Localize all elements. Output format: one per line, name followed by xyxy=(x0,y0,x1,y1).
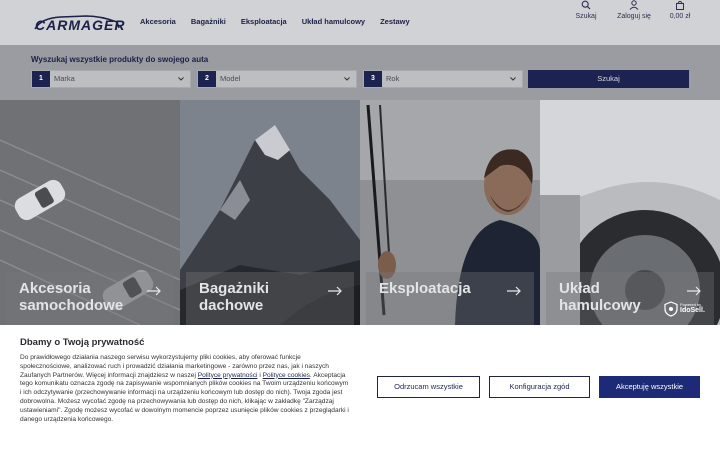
select-year[interactable]: 3 Rok xyxy=(363,70,523,88)
chevron-down-icon xyxy=(344,77,350,81)
cookie-title: Dbamy o Twoją prywatność xyxy=(20,337,145,348)
arrow-right-icon xyxy=(507,286,521,296)
tile-title: Układ hamulcowy xyxy=(559,280,641,314)
cookie-consent-banner: Dbamy o Twoją prywatność Do prawidłowego… xyxy=(0,325,720,450)
arrow-right-icon xyxy=(687,286,701,296)
select-year-value: Rok xyxy=(386,74,400,83)
tile-title: Eksploatacja xyxy=(379,280,471,297)
vehicle-search-title: Wyszukaj wszystkie produkty do swojego a… xyxy=(31,55,209,64)
cart-bag-icon xyxy=(676,0,684,10)
nav-akcesoria[interactable]: Akcesoria xyxy=(140,17,176,26)
reject-all-button[interactable]: Odrzucam wszystkie xyxy=(377,376,480,398)
tile-title: Akcesoria samochodowe xyxy=(19,280,123,314)
step-number: 1 xyxy=(32,71,50,87)
tile-title-line1: Eksploatacja xyxy=(379,280,471,297)
step-number: 3 xyxy=(364,71,382,87)
header-cart[interactable]: 0,00 zł xyxy=(666,0,694,20)
header-search-label: Szukaj xyxy=(575,13,597,20)
select-model-value: Model xyxy=(220,74,241,83)
arrow-right-icon xyxy=(147,286,161,296)
cookies-policy-link[interactable]: Polityce cookies xyxy=(263,372,310,379)
badge-brand: IdoSell. xyxy=(680,307,705,314)
carmager-logo[interactable]: CARMAGER xyxy=(31,12,124,34)
tile-title-line1: Bagażniki xyxy=(199,280,270,297)
header-search[interactable]: Szukaj xyxy=(574,0,598,20)
tile-title-line1: Układ xyxy=(559,280,600,297)
category-tile-uklad-hamulcowy[interactable]: Układ hamulcowy xyxy=(540,100,720,325)
idosell-badge[interactable]: Powered by IdoSell. xyxy=(662,300,708,318)
accept-all-button[interactable]: Akceptuję wszystkie xyxy=(599,376,700,398)
nav-uklad-hamulcowy[interactable]: Układ hamulcowy xyxy=(302,17,365,26)
select-make-value: Marka xyxy=(54,74,75,83)
main-nav: Akcesoria Bagażniki Eksploatacja Układ h… xyxy=(140,17,410,26)
category-tile-eksploatacja[interactable]: Eksploatacja xyxy=(360,100,540,325)
search-icon xyxy=(581,0,591,10)
arrow-right-icon xyxy=(328,286,342,296)
select-model[interactable]: 2 Model xyxy=(197,70,357,88)
chevron-down-icon xyxy=(178,77,184,81)
select-make[interactable]: 1 Marka xyxy=(31,70,191,88)
consent-settings-button[interactable]: Konfiguracja zgód xyxy=(489,376,590,398)
tile-title-line2: samochodowe xyxy=(19,297,124,314)
logo-text: CARMAGER xyxy=(35,17,126,33)
tile-title: Bagażniki dachowe xyxy=(199,280,269,314)
site-header: CARMAGER Akcesoria Bagażniki Eksploatacj… xyxy=(0,0,720,45)
tile-title-line2: hamulcowy xyxy=(559,297,641,314)
tile-title-line1: Akcesoria xyxy=(19,280,91,297)
header-login-label: Zaloguj się xyxy=(617,13,651,20)
category-tile-bagazniki[interactable]: Bagażniki dachowe xyxy=(180,100,360,325)
vehicle-search-button[interactable]: Szukaj xyxy=(528,70,689,88)
header-login[interactable]: Zaloguj się xyxy=(615,0,653,20)
shield-icon xyxy=(664,301,678,317)
chevron-down-icon xyxy=(510,77,516,81)
user-icon xyxy=(629,0,639,10)
cookie-text-part3: . Akceptacja tego komunikatu oznacza zgo… xyxy=(20,371,349,423)
tile-title-line2: dachowe xyxy=(199,297,264,314)
vehicle-search-bar: Wyszukaj wszystkie produkty do swojego a… xyxy=(0,45,720,100)
cookie-text: Do prawidłowego działania naszego serwis… xyxy=(20,354,350,424)
cart-total: 0,00 zł xyxy=(669,13,691,20)
nav-bagazniki[interactable]: Bagażniki xyxy=(191,17,226,26)
step-number: 2 xyxy=(198,71,216,87)
nav-eksploatacja[interactable]: Eksploatacja xyxy=(241,17,287,26)
privacy-policy-link[interactable]: Polityce prywatności xyxy=(198,372,258,379)
nav-zestawy[interactable]: Zestawy xyxy=(380,17,410,26)
category-tile-akcesoria[interactable]: Akcesoria samochodowe xyxy=(0,100,180,325)
